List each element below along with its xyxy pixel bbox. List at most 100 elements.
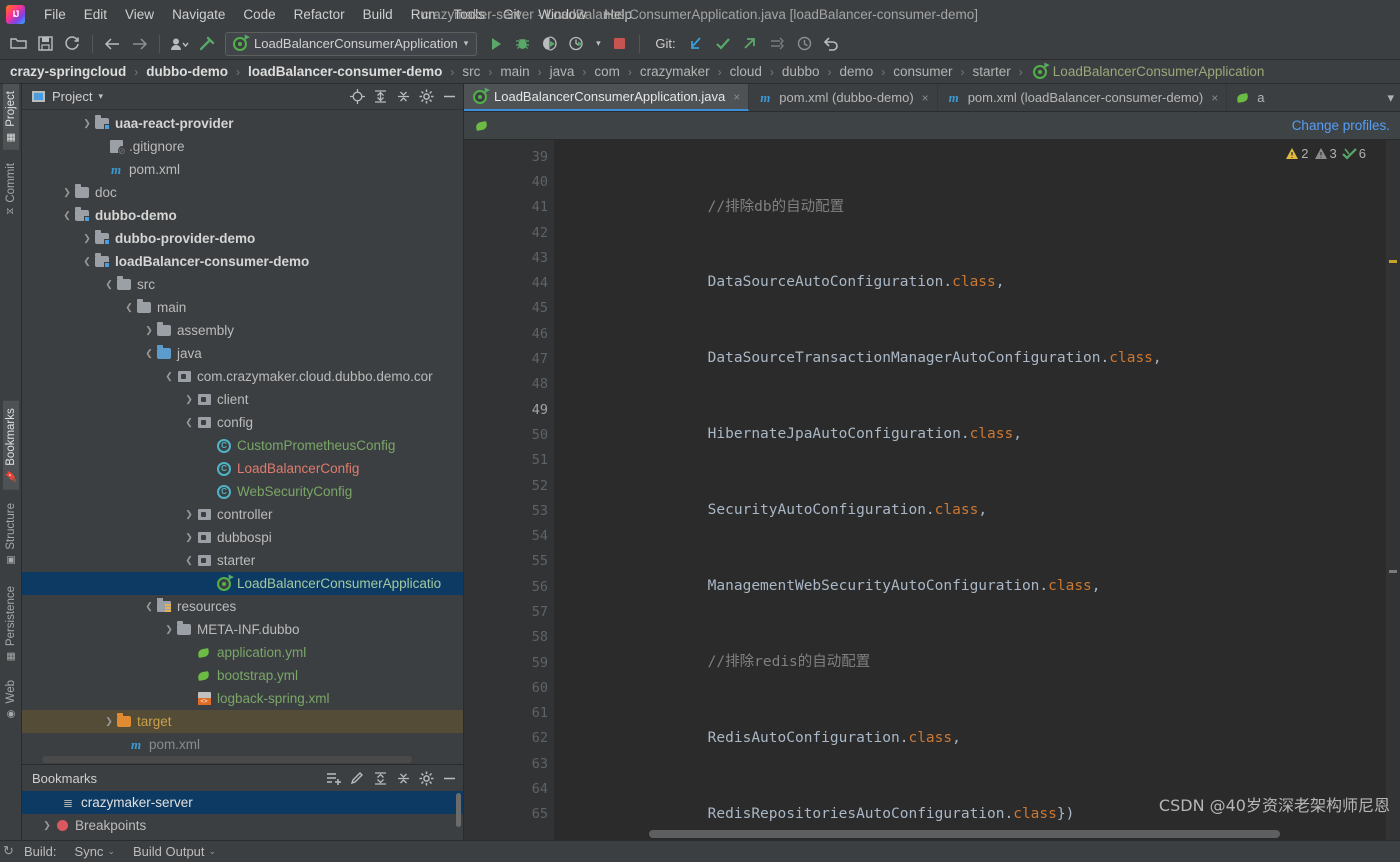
tree-node-client[interactable]: ❯ client <box>22 388 463 411</box>
editor-marker-rail[interactable] <box>1386 140 1400 840</box>
breadcrumb-item-java[interactable]: java <box>548 64 577 79</box>
menu-build[interactable]: Build <box>354 4 402 25</box>
chevron-right-icon[interactable]: ❯ <box>182 532 196 543</box>
settings-gear-icon[interactable] <box>416 768 436 788</box>
breadcrumb-item-starter[interactable]: starter <box>971 64 1013 79</box>
hide-panel-icon[interactable] <box>439 768 459 788</box>
breadcrumb-item-consumer[interactable]: consumer <box>891 64 954 79</box>
expand-all-icon[interactable] <box>370 87 390 107</box>
editor-horizontal-scrollbar[interactable] <box>649 830 1366 838</box>
folder-open-icon[interactable] <box>6 31 31 56</box>
menu-git[interactable]: Git <box>494 4 529 25</box>
status-build-output[interactable]: Build Output ⌄ <box>133 844 216 859</box>
editor-tab-application-yml[interactable]: a <box>1227 84 1272 111</box>
chevron-right-icon[interactable]: ❯ <box>182 509 196 520</box>
git-history-icon[interactable] <box>792 31 817 56</box>
editor-tab-pom-loadbalancer-consumer-demo[interactable]: m pom.xml (loadBalancer-consumer-demo) × <box>938 84 1228 111</box>
profile-dropdown-icon[interactable]: ▾ <box>591 31 605 56</box>
chevron-right-icon[interactable]: ❯ <box>162 624 176 635</box>
tool-tab-persistence[interactable]: ▦ Persistence <box>3 579 19 669</box>
hammer-icon[interactable] <box>194 31 219 56</box>
tree-node-starter[interactable]: ❮ starter <box>22 549 463 572</box>
chevron-right-icon[interactable]: ❯ <box>80 233 94 244</box>
code-text[interactable]: //排除db的自动配置 DataSourceAutoConfiguration.… <box>554 140 1386 840</box>
tree-node-assembly[interactable]: ❯ assembly <box>22 319 463 342</box>
tree-node-doc[interactable]: ❯ doc <box>22 181 463 204</box>
menu-run[interactable]: Run <box>402 4 445 25</box>
tree-node-package-root[interactable]: ❮ com.crazymaker.cloud.dubbo.demo.cor <box>22 365 463 388</box>
chevron-right-icon[interactable]: ❯ <box>40 820 54 831</box>
tree-node-websecurityconfig[interactable]: C WebSecurityConfig <box>22 480 463 503</box>
tree-node-pom-root[interactable]: m pom.xml <box>22 158 463 181</box>
status-sync[interactable]: Sync ⌄ <box>75 844 115 859</box>
run-coverage-icon[interactable] <box>537 31 562 56</box>
git-shelve-icon[interactable] <box>765 31 790 56</box>
save-icon[interactable] <box>33 31 58 56</box>
chevron-right-icon[interactable]: ❯ <box>60 187 74 198</box>
tree-node-uaa-react-provider[interactable]: ❯ uaa-react-provider <box>22 112 463 135</box>
chevron-down-icon[interactable]: ❮ <box>182 555 196 566</box>
menu-navigate[interactable]: Navigate <box>163 4 234 25</box>
locate-icon[interactable] <box>347 87 367 107</box>
inspection-widget[interactable]: 2 3 6 <box>1285 146 1366 161</box>
tree-node-dubbo-provider-demo[interactable]: ❯ dubbo-provider-demo <box>22 227 463 250</box>
user-profile-icon[interactable] <box>167 31 192 56</box>
add-bookmark-icon[interactable] <box>324 768 344 788</box>
editor-tab-pom-dubbo-demo[interactable]: m pom.xml (dubbo-demo) × <box>749 84 938 111</box>
tree-node-config[interactable]: ❮ config <box>22 411 463 434</box>
collapse-all-icon[interactable] <box>393 87 413 107</box>
bookmark-item-breakpoints[interactable]: ❯ Breakpoints <box>22 814 463 837</box>
chevron-down-icon[interactable]: ❮ <box>60 210 74 221</box>
chevron-down-icon[interactable]: ▾ <box>98 91 103 102</box>
settings-gear-icon[interactable] <box>416 87 436 107</box>
tree-node-logback-spring-xml[interactable]: logback-spring.xml <box>22 687 463 710</box>
chevron-down-icon[interactable]: ❮ <box>122 302 136 313</box>
tree-node-controller[interactable]: ❯ controller <box>22 503 463 526</box>
menu-help[interactable]: Help <box>595 4 641 25</box>
tool-tab-web[interactable]: ◉ Web <box>3 673 19 726</box>
chevron-right-icon[interactable]: ❯ <box>102 716 116 727</box>
tree-node-loadbalancerconfig[interactable]: C LoadBalancerConfig <box>22 457 463 480</box>
chevron-down-icon[interactable]: ❮ <box>142 348 156 359</box>
menu-edit[interactable]: Edit <box>75 4 116 25</box>
breadcrumb-item-com[interactable]: com <box>592 64 622 79</box>
refresh-icon[interactable] <box>60 31 85 56</box>
arrow-right-icon[interactable] <box>127 31 152 56</box>
close-icon[interactable]: × <box>733 90 740 104</box>
debug-icon[interactable] <box>510 31 535 56</box>
breadcrumb-item-crazy-springcloud[interactable]: crazy-springcloud <box>8 64 128 79</box>
chevron-down-icon[interactable]: ❮ <box>80 256 94 267</box>
tool-tab-structure[interactable]: ▣ Structure <box>3 496 19 573</box>
menu-window[interactable]: Window <box>529 4 595 25</box>
breadcrumb-item-main[interactable]: main <box>498 64 531 79</box>
tree-node-loadbalancerconsumerapplication[interactable]: LoadBalancerConsumerApplicatio <box>22 572 463 595</box>
git-update-icon[interactable] <box>684 31 709 56</box>
bookmark-item-crazymaker-server[interactable]: ≣ crazymaker-server <box>22 791 463 814</box>
git-commit-icon[interactable] <box>711 31 736 56</box>
project-tree[interactable]: ❯ uaa-react-provider .gitignore m pom.xm… <box>22 110 463 764</box>
tree-node-loadbalancer-consumer-demo[interactable]: ❮ loadBalancer-consumer-demo <box>22 250 463 273</box>
status-build-label[interactable]: Build: <box>24 844 57 859</box>
tree-node-customprometheusconfig[interactable]: C CustomPrometheusConfig <box>22 434 463 457</box>
close-icon[interactable]: × <box>922 91 929 105</box>
breadcrumb-item-cloud[interactable]: cloud <box>728 64 764 79</box>
breadcrumb-item-loadbalancerconsumerapplication[interactable]: LoadBalancerConsumerApplication <box>1051 64 1267 79</box>
tree-node-meta-inf-dubbo[interactable]: ❯ META-INF.dubbo <box>22 618 463 641</box>
menu-tools[interactable]: Tools <box>444 4 494 25</box>
editor-tab-loadbalancerconsumerapplication-java[interactable]: LoadBalancerConsumerApplication.java × <box>464 84 750 111</box>
tool-tab-commit[interactable]: ⧖ Commit <box>3 156 19 222</box>
tree-node-main[interactable]: ❮ main <box>22 296 463 319</box>
tree-node-dubbospi[interactable]: ❯ dubbospi <box>22 526 463 549</box>
chevron-down-icon[interactable]: ❮ <box>182 417 196 428</box>
tree-node-pom-module[interactable]: m pom.xml <box>22 733 463 756</box>
chevron-right-icon[interactable]: ❯ <box>80 118 94 129</box>
bookmarks-scrollbar[interactable] <box>456 793 461 827</box>
breadcrumb-item-src[interactable]: src <box>460 64 482 79</box>
tool-tab-bookmarks[interactable]: 🔖 Bookmarks <box>2 401 19 491</box>
close-icon[interactable]: × <box>1211 91 1218 105</box>
tree-node-target[interactable]: ❯ target <box>22 710 463 733</box>
collapse-all-icon[interactable] <box>393 768 413 788</box>
expand-all-icon[interactable] <box>370 768 390 788</box>
git-push-icon[interactable] <box>738 31 763 56</box>
menu-file[interactable]: File <box>35 4 75 25</box>
